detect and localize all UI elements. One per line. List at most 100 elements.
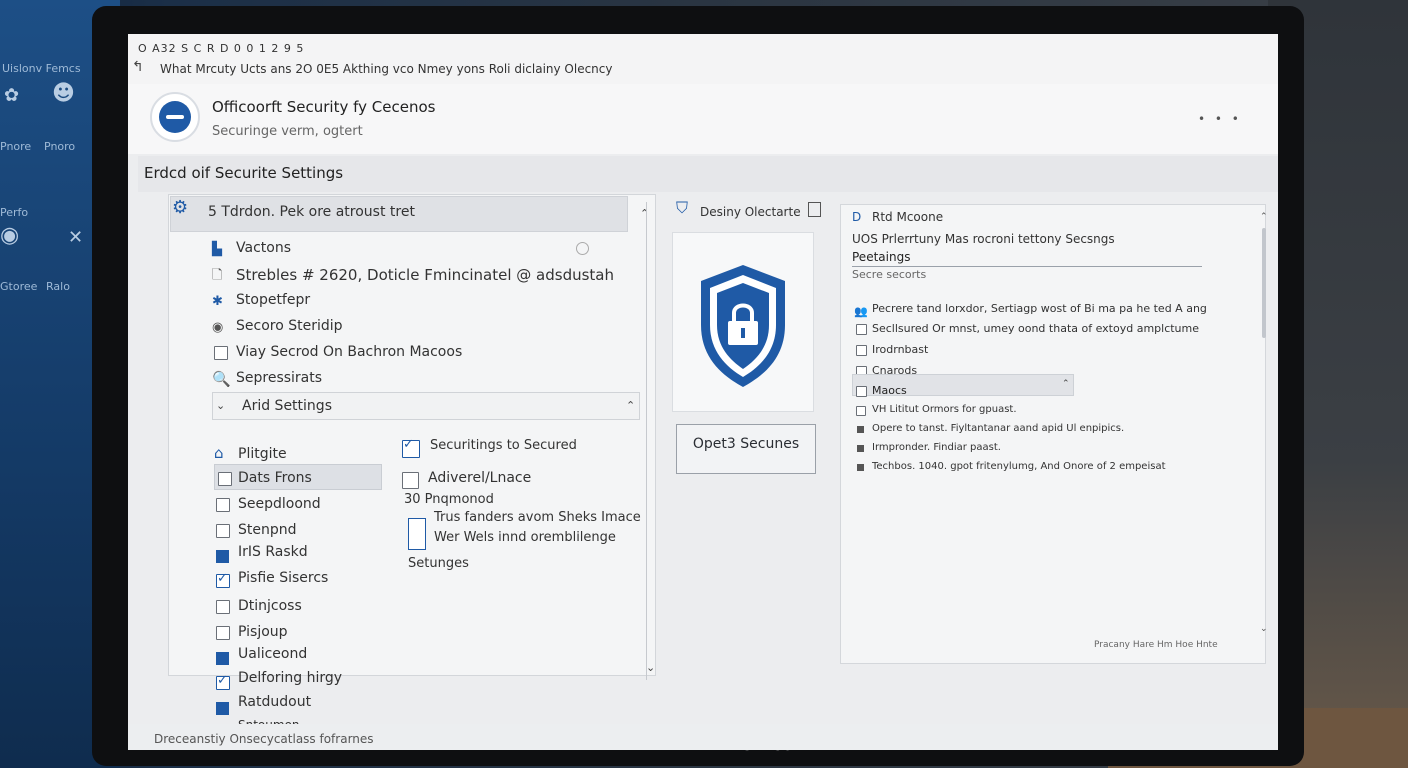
tree-item[interactable]: Sepressirats <box>236 370 322 386</box>
page-icon[interactable] <box>808 202 821 217</box>
tree-item[interactable]: Strebles # 2620, Doticle Fmincinatel @ a… <box>236 266 614 284</box>
option-item[interactable]: Wer Wels innd oremblilenge <box>434 530 616 545</box>
desktop-app-icon[interactable]: ✿ <box>4 87 19 105</box>
status-right-text: Pracany Hare Hm Hoe Hnte <box>1094 640 1218 650</box>
bullet <box>857 426 864 433</box>
radio-button[interactable] <box>576 242 589 255</box>
details-title: Rtd Mcoone <box>872 210 944 224</box>
scroll-up-arrow-icon[interactable]: ⌃ <box>1260 210 1268 225</box>
details-item[interactable]: Opere to tanst. Fiyltantanar aand apid U… <box>872 423 1124 434</box>
details-item[interactable]: Maocs <box>872 384 907 397</box>
details-item[interactable]: Pecrere tand lorxdor, Sertiagp wost of B… <box>872 302 1207 315</box>
list-item[interactable]: Pisfie Sisercs <box>238 570 328 586</box>
app-subtitle: Securinge verm, ogtert <box>212 124 363 139</box>
list-item[interactable]: Dtinjcoss <box>238 598 302 614</box>
checkbox[interactable] <box>856 324 867 335</box>
chevron-up-icon[interactable]: ⌃ <box>1062 377 1070 392</box>
open-security-button[interactable]: Opet3 Secunes <box>676 424 816 474</box>
checkbox[interactable] <box>856 406 866 416</box>
app-window: O A32 S C R D 0 0 1 2 9 5 ↰ What Mrcuty … <box>128 34 1278 750</box>
desktop-user-icon[interactable]: ☻ <box>52 83 75 105</box>
checkbox[interactable] <box>856 386 867 397</box>
details-item[interactable]: VH Lititut Ormors for gpuast. <box>872 404 1017 415</box>
document-icon <box>408 518 426 550</box>
option-item: 30 Pnqmonod <box>404 492 494 507</box>
desktop-label: Pnoro <box>44 140 76 153</box>
list-item[interactable]: Delforing hirgy <box>238 670 342 686</box>
chevron-down-icon[interactable]: ⌄ <box>216 398 225 413</box>
list-item[interactable]: Dats Frons <box>238 470 312 486</box>
scroll-down-arrow-icon[interactable]: ⌄ <box>1260 622 1268 637</box>
list-item[interactable]: Ualiceond <box>238 646 307 662</box>
details-subheading: Secre secorts <box>852 268 927 281</box>
desktop-label: Ralo <box>46 280 70 293</box>
checkbox-checked[interactable] <box>216 673 230 690</box>
list-item[interactable]: IrIS Raskd <box>238 544 308 560</box>
details-line: UOS Prlerrtuny Mas rocroni tettony Secsn… <box>852 232 1115 246</box>
divider <box>852 266 1202 267</box>
checkbox[interactable] <box>216 626 230 640</box>
list-item[interactable]: Ratdudout <box>238 694 311 710</box>
checkbox[interactable] <box>214 346 228 360</box>
desktop-label: Perfo <box>0 206 29 219</box>
shield-small-icon: ⛉ <box>676 198 689 217</box>
list-item[interactable]: Pisjoup <box>238 624 288 640</box>
shield-preview <box>672 232 814 412</box>
checkbox[interactable] <box>402 472 419 489</box>
details-scrollbar[interactable]: ⌃ ⌄ <box>1260 210 1268 640</box>
checkbox-filled[interactable] <box>216 702 229 715</box>
bullet <box>857 445 864 452</box>
option-item[interactable]: Setunges <box>408 556 469 571</box>
folder-icon: ▙ <box>212 242 222 257</box>
details-item[interactable]: Irodrnbast <box>872 343 928 356</box>
desktop-label: Uislonv Femcs <box>2 62 81 75</box>
details-item[interactable]: Techbos. 1040. gpot fritenylumg, And Ono… <box>872 461 1166 472</box>
tree-item[interactable]: Viay Secrod On Bachron Macoos <box>236 344 462 360</box>
tree-item[interactable]: Vactons <box>236 240 291 256</box>
tree-item[interactable]: Stopetfepr <box>236 292 310 308</box>
chevron-up-icon[interactable]: ⌃ <box>626 398 635 413</box>
window-title: O A32 S C R D 0 0 1 2 9 5 <box>138 42 305 55</box>
checkbox-filled[interactable] <box>216 550 229 563</box>
details-heading: Peetaings <box>852 250 911 264</box>
back-arrow-icon[interactable]: ↰ <box>132 60 144 75</box>
panel-d-icon: D <box>852 210 862 224</box>
tree-scrollbar[interactable] <box>646 202 657 680</box>
scroll-down-arrow-icon[interactable]: ⌄ <box>646 660 655 675</box>
home-icon: ⌂ <box>214 444 224 462</box>
checkbox[interactable] <box>218 472 232 486</box>
desktop-tools-icon[interactable]: ✕ <box>68 229 83 247</box>
details-item[interactable]: Irmpronder. Findiar paast. <box>872 442 1001 453</box>
desktop-clock-icon[interactable]: ◉ <box>0 225 19 247</box>
status-text: Dreceanstiy Onsecycatlass fofrarnes <box>154 732 374 746</box>
checkbox[interactable] <box>216 524 230 538</box>
shield-lock-icon <box>701 265 785 387</box>
details-item[interactable]: Secllsured Or mnst, umey oond thata of e… <box>872 322 1199 335</box>
document-icon: 🗋 <box>212 268 223 283</box>
checkbox-checked[interactable] <box>216 571 230 588</box>
tree-header-label: 5 Tdrdon. Pek ore atroust tret <box>208 204 415 220</box>
option-item[interactable]: Trus fanders avom Sheks Imace <box>434 510 641 525</box>
desktop-label: Pnore <box>0 140 32 153</box>
list-item[interactable]: Seepdloond <box>238 496 321 512</box>
gear-icon: ⚙ <box>172 197 189 218</box>
menu-bar[interactable]: What Mrcuty Ucts ans 2O 0E5 Akthing vco … <box>160 62 612 76</box>
list-item[interactable]: Plitgite <box>238 446 287 462</box>
scroll-thumb[interactable] <box>1262 228 1266 338</box>
search-icon: 🔍 <box>212 370 231 388</box>
list-item[interactable]: Stenpnd <box>238 522 297 538</box>
users-icon: 👥 <box>854 305 868 318</box>
desktop-label: Gtoree <box>0 280 38 293</box>
option-item[interactable]: Adiverel/Lnace <box>428 470 531 486</box>
checkbox[interactable] <box>216 600 230 614</box>
app-header <box>128 84 1278 154</box>
tree-item[interactable]: Secoro Steridip <box>236 318 343 334</box>
checkbox[interactable] <box>216 498 230 512</box>
window-controls[interactable]: • • • <box>1198 112 1242 126</box>
checkbox-filled[interactable] <box>216 652 229 665</box>
bullet <box>857 464 864 471</box>
checkbox[interactable] <box>856 345 867 356</box>
option-item[interactable]: Securitings to Secured <box>430 438 577 453</box>
checkbox-checked[interactable] <box>402 437 420 458</box>
app-title: Officoorft Security fy Cecenos <box>212 98 436 116</box>
